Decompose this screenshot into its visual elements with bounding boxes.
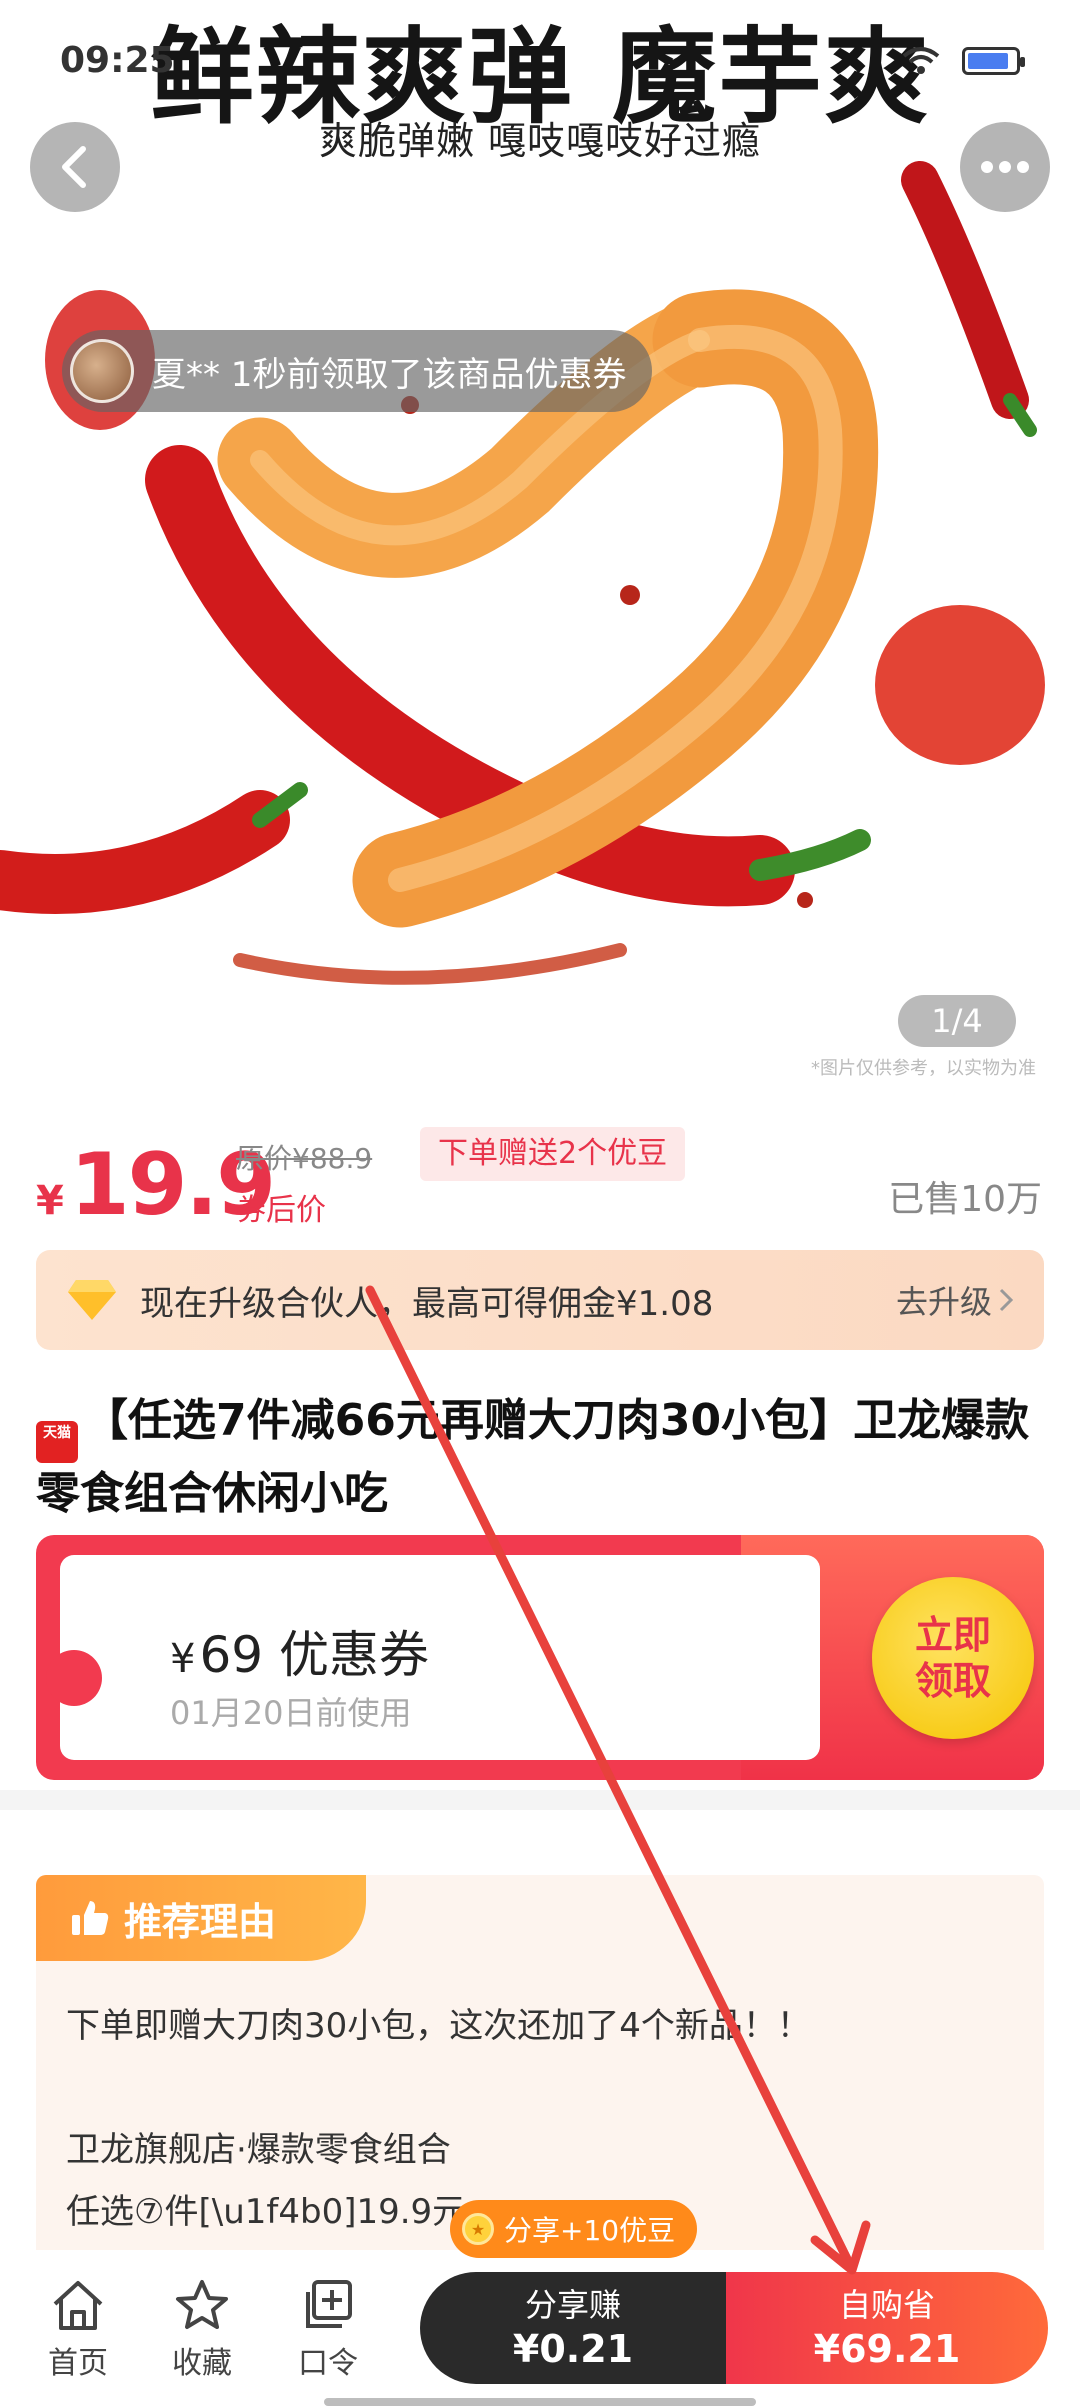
product-title: 天猫 【任选7件减66元再赠大刀肉30小包】卫龙爆款零食组合休闲小吃 xyxy=(36,1390,1046,1525)
coupon-label: 优惠券 xyxy=(278,1626,429,1684)
upgrade-text: 现在升级合伙人，最高可得佣金¥1.08 xyxy=(140,1283,714,1324)
upgrade-link-label: 去升级 xyxy=(895,1283,992,1321)
bonus-tag: 下单赠送2个优豆 xyxy=(420,1127,686,1181)
recommend-line-2: 卫龙旗舰店·爆款零食组合 xyxy=(66,2130,451,2170)
nav-favorite[interactable]: 收藏 xyxy=(152,2278,252,2382)
purchase-buttons: 分享赚 ¥0.21 自购省 ¥69.21 xyxy=(420,2272,1048,2384)
share-earn-label: 分享赚 xyxy=(524,2286,621,2324)
self-buy-amount: ¥69.21 xyxy=(813,2327,961,2371)
bottom-action-bar: 首页 收藏 口令 分享赚 ¥0.21 自购省 ¥69.21 xyxy=(0,2250,1080,2408)
coupon-value: 69 xyxy=(199,1626,264,1684)
avatar xyxy=(70,339,134,403)
nav-command[interactable]: 口令 xyxy=(278,2278,378,2382)
nav-home[interactable]: 首页 xyxy=(28,2278,128,2382)
share-reward-pill: ★ 分享+10优豆 xyxy=(450,2200,698,2258)
recommend-line-3: 任选⑦件[\u1f4b0]19.9元 xyxy=(66,2192,467,2232)
recommend-tag-label: 推荐理由 xyxy=(124,1899,277,1944)
status-bar: 09:25 xyxy=(0,0,1080,120)
coupon-claim-notification: 夏** 1秒前领取了该商品优惠券 xyxy=(62,330,653,412)
chevron-left-icon xyxy=(62,146,86,188)
more-button[interactable] xyxy=(960,122,1050,212)
tmall-badge-icon: 天猫 xyxy=(36,1421,78,1463)
product-title-text: 【任选7件减66元再赠大刀肉30小包】卫龙爆款零食组合休闲小吃 xyxy=(36,1395,1030,1519)
nav-home-label: 首页 xyxy=(48,2346,108,2381)
recommend-text: 下单即赠大刀肉30小包，这次还加了4个新品！！ 卫龙旗舰店·爆款零食组合 任选⑦… xyxy=(66,1995,811,2243)
recommend-tag: 推荐理由 xyxy=(36,1875,366,1961)
recommend-line-1: 下单即赠大刀肉30小包，这次还加了4个新品！！ xyxy=(66,2006,811,2046)
home-indicator xyxy=(324,2398,756,2406)
wifi-icon xyxy=(902,47,940,74)
battery-icon xyxy=(962,47,1025,75)
coupon-expire: 01月20日前使用 xyxy=(170,1694,412,1732)
coupon-amount: ¥69 优惠券 xyxy=(170,1615,429,1687)
share-reward-text: 分享+10优豆 xyxy=(504,2214,676,2247)
status-time: 09:25 xyxy=(60,40,175,81)
sold-count: 已售10万 xyxy=(888,1179,1042,1220)
copy-command-icon xyxy=(306,2280,352,2328)
coupon-card: ¥69 优惠券 01月20日前使用 立即 领取 xyxy=(36,1535,1044,1780)
claim-line-1: 立即 xyxy=(914,1613,991,1657)
price-section: ¥ 19.9 原价¥88.9 券后价 下单赠送2个优豆 已售10万 现在升级合伙… xyxy=(0,1095,1080,1790)
nav-favorite-label: 收藏 xyxy=(172,2346,232,2381)
upgrade-partner-banner[interactable]: 现在升级合伙人，最高可得佣金¥1.08 去升级 xyxy=(36,1250,1044,1350)
diamond-icon xyxy=(68,1280,116,1320)
coupon-body: ¥69 优惠券 01月20日前使用 xyxy=(46,1555,820,1760)
coupon-currency: ¥ xyxy=(170,1636,196,1682)
chevron-right-icon xyxy=(999,1288,1014,1312)
image-counter: 1/4 xyxy=(898,995,1016,1047)
share-earn-button[interactable]: 分享赚 ¥0.21 xyxy=(420,2272,726,2384)
notification-text: 夏** 1秒前领取了该商品优惠券 xyxy=(152,354,627,395)
claim-coupon-button[interactable]: 立即 领取 xyxy=(872,1577,1034,1739)
self-buy-label: 自购省 xyxy=(838,2286,935,2324)
thumbs-up-icon xyxy=(72,1901,109,1935)
after-coupon-label: 券后价 xyxy=(236,1193,326,1228)
more-dots-icon xyxy=(981,161,1029,173)
nav-command-label: 口令 xyxy=(298,2346,358,2381)
self-buy-button[interactable]: 自购省 ¥69.21 xyxy=(726,2272,1048,2384)
share-earn-amount: ¥0.21 xyxy=(512,2327,634,2371)
original-price: 原价¥88.9 xyxy=(236,1142,373,1175)
status-icons xyxy=(902,46,1025,76)
coupon-notch xyxy=(46,1650,102,1706)
back-button[interactable] xyxy=(30,122,120,212)
coin-icon: ★ xyxy=(462,2213,494,2245)
home-icon xyxy=(53,2281,103,2330)
product-image-carousel[interactable]: 鲜辣爽弹 魔芋爽 爽脆弹嫩 嘎吱嘎吱好过瘾 09:25 夏** 1秒前领取了该商… xyxy=(0,0,1080,1095)
claim-line-2: 领取 xyxy=(914,1659,991,1703)
star-icon xyxy=(176,2280,228,2329)
image-disclaimer: *图片仅供参考，以实物为准 xyxy=(811,1058,1036,1079)
upgrade-link[interactable]: 去升级 xyxy=(896,1277,1014,1323)
recommend-section: 推荐理由 下单即赠大刀肉30小包，这次还加了4个新品！！ 卫龙旗舰店·爆款零食组… xyxy=(0,1810,1080,2260)
currency-symbol: ¥ xyxy=(36,1178,64,1224)
